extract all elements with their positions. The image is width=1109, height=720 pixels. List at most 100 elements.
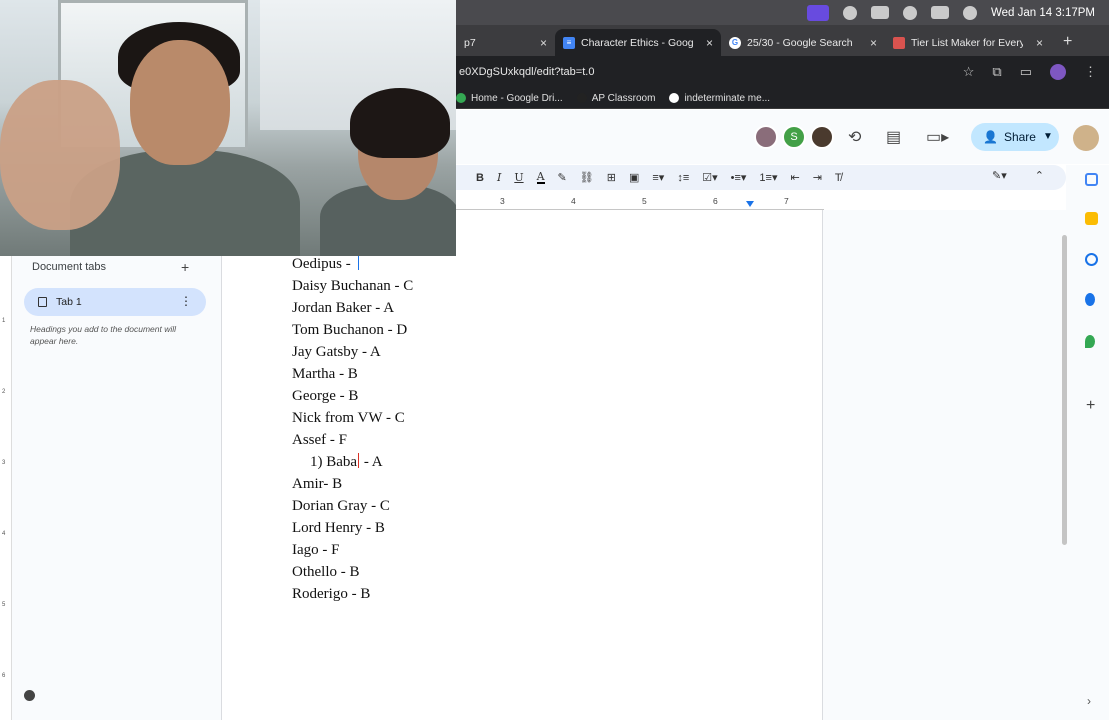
- wifi-icon[interactable]: [903, 5, 917, 20]
- webcam-hand: [0, 80, 120, 230]
- italic-button[interactable]: I: [497, 171, 501, 184]
- vertical-ruler: 1 2 3 4 5 6: [0, 256, 12, 720]
- add-tab-button[interactable]: +: [181, 259, 189, 275]
- document-line: Amir- B: [292, 476, 343, 492]
- numbered-list-icon[interactable]: 1≡▾: [759, 171, 777, 184]
- address-bar-row: e0XDgSUxkqdl/edit?tab=t.0 ☆ ⧉ ▭ ⋮: [456, 56, 1109, 88]
- highlight-icon[interactable]: ✎: [558, 171, 567, 184]
- scrollbar[interactable]: [1062, 235, 1067, 545]
- align-icon[interactable]: ≡▾: [652, 171, 664, 184]
- webcam-person: [130, 40, 230, 165]
- screen-record-icon[interactable]: [807, 4, 829, 21]
- address-bar[interactable]: e0XDgSUxkqdl/edit?tab=t.0: [456, 66, 963, 78]
- document-list-item: 1) Baba - A: [310, 451, 383, 473]
- collaborator-avatar[interactable]: [810, 125, 834, 149]
- keyboard-icon[interactable]: [871, 6, 889, 19]
- bookmark-item[interactable]: Home - Google Dri...: [456, 93, 563, 104]
- extensions-icon[interactable]: ⧉: [992, 64, 1001, 80]
- checklist-icon[interactable]: ☑▾: [702, 171, 717, 184]
- ruler-number: 6: [2, 673, 6, 679]
- collaborator-avatar[interactable]: [754, 125, 778, 149]
- indent-marker[interactable]: [746, 201, 754, 207]
- bookmark-item[interactable]: indeterminate me...: [669, 93, 770, 104]
- control-center-icon[interactable]: [963, 5, 977, 20]
- more-options-icon[interactable]: ⋮: [180, 294, 192, 308]
- close-icon[interactable]: ×: [1026, 36, 1043, 50]
- contacts-icon[interactable]: [1085, 293, 1095, 306]
- browser-tab-strip: p7 × ≡ Character Ethics - Google × G 25/…: [456, 25, 1109, 56]
- document-line: Tom Buchanon - D: [292, 322, 408, 338]
- explore-icon[interactable]: [24, 690, 35, 701]
- tab-title: Tier List Maker for Everyth: [911, 36, 1023, 49]
- menubar-clock[interactable]: Wed Jan 14 3:17PM: [991, 7, 1095, 19]
- ruler-number: 3: [500, 196, 505, 206]
- macos-menubar: Wed Jan 14 3:17PM: [456, 0, 1109, 25]
- chrome-menu-icon[interactable]: ⋮: [1084, 64, 1097, 80]
- document-line: Dorian Gray - C: [292, 498, 390, 514]
- decrease-indent-icon[interactable]: ⇤: [790, 171, 799, 184]
- close-icon[interactable]: ×: [530, 36, 547, 50]
- bulleted-list-icon[interactable]: •≡▾: [731, 171, 747, 184]
- document-line: Daisy Buchanan - C: [292, 278, 414, 294]
- document-line: Roderigo - B: [292, 586, 371, 602]
- increase-indent-icon[interactable]: ⇥: [813, 171, 822, 184]
- close-icon[interactable]: ×: [696, 36, 713, 50]
- bookmark-item[interactable]: AP Classroom: [576, 93, 655, 104]
- google-icon: [669, 93, 680, 103]
- share-people-icon: 👤: [983, 130, 998, 144]
- link-icon[interactable]: ⛓: [580, 171, 594, 184]
- document-line: Oedipus -: [292, 253, 359, 275]
- profile-avatar[interactable]: [1050, 64, 1066, 80]
- ruler-number: 5: [642, 196, 647, 206]
- insert-image-icon[interactable]: ▣: [629, 171, 639, 184]
- underline-button[interactable]: U: [514, 171, 523, 184]
- text-color-button[interactable]: A: [536, 171, 545, 184]
- maps-icon[interactable]: [1085, 335, 1095, 348]
- browser-tab[interactable]: Tier List Maker for Everyth ×: [885, 29, 1051, 56]
- line-text: Oedipus -: [292, 256, 355, 272]
- webcam-overlay: [0, 0, 456, 256]
- collaborator-cursor: [358, 453, 360, 468]
- meet-icon[interactable]: ▭▸: [926, 127, 949, 147]
- browser-tab[interactable]: p7 ×: [456, 29, 555, 56]
- chevron-up-icon[interactable]: ⌃: [1035, 169, 1044, 182]
- collaborator-avatar[interactable]: S: [782, 125, 806, 149]
- add-comment-icon[interactable]: ⊞: [607, 171, 616, 184]
- split-view-icon[interactable]: ▭: [1020, 64, 1032, 80]
- keep-icon[interactable]: [1085, 212, 1098, 225]
- document-line: Jay Gatsby - A: [292, 344, 381, 360]
- clear-formatting-icon[interactable]: T̸: [835, 172, 842, 184]
- bookmarks-bar: Home - Google Dri... AP Classroom indete…: [456, 88, 1109, 109]
- ruler-number: 4: [2, 531, 6, 537]
- side-panel: +: [1066, 165, 1109, 720]
- line-spacing-icon[interactable]: ↕≡: [677, 172, 689, 184]
- new-tab-button[interactable]: +: [1051, 33, 1072, 56]
- close-icon[interactable]: ×: [860, 36, 877, 50]
- add-addon-icon[interactable]: +: [1086, 397, 1095, 415]
- ruler-number: 1: [2, 318, 6, 324]
- ruler-number: 2: [2, 389, 6, 395]
- ruler-number: 3: [2, 460, 6, 466]
- document-line: Iago - F: [292, 542, 340, 558]
- extension-status-icon[interactable]: [843, 5, 857, 20]
- google-drive-icon: [456, 93, 466, 103]
- browser-tab[interactable]: G 25/30 - Google Search ×: [721, 29, 885, 56]
- document-line: George - B: [292, 388, 359, 404]
- chevron-right-icon[interactable]: ›: [1087, 694, 1091, 708]
- editing-mode-icon[interactable]: ✎▾: [992, 169, 1007, 182]
- bookmark-star-icon[interactable]: ☆: [963, 64, 975, 80]
- comments-icon[interactable]: ▤: [886, 127, 901, 147]
- account-avatar[interactable]: [1073, 125, 1099, 151]
- document-tab-1[interactable]: Tab 1 ⋮: [24, 288, 206, 316]
- version-history-icon[interactable]: ⟲: [848, 127, 861, 147]
- chevron-down-icon[interactable]: ▼: [1043, 123, 1053, 142]
- horizontal-ruler[interactable]: 3 4 5 6 7: [456, 196, 824, 210]
- calendar-icon[interactable]: [1085, 173, 1098, 186]
- collaborator-avatars: S: [754, 125, 834, 149]
- document-line: Othello - B: [292, 564, 360, 580]
- browser-tab-active[interactable]: ≡ Character Ethics - Google ×: [555, 29, 721, 56]
- tasks-icon[interactable]: [1085, 253, 1098, 266]
- bold-button[interactable]: B: [476, 172, 484, 184]
- tab-title: Character Ethics - Google: [581, 36, 693, 49]
- battery-icon[interactable]: [931, 6, 949, 19]
